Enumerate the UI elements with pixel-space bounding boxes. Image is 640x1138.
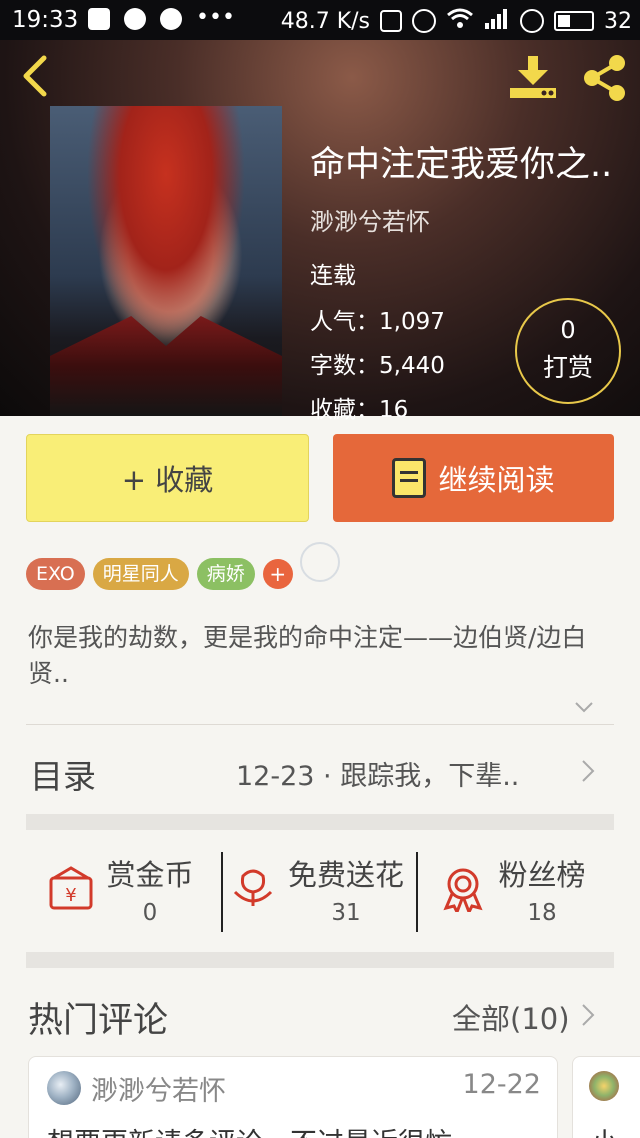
divider <box>26 724 614 725</box>
fan-ranking-metric[interactable]: 粉丝榜 18 <box>492 852 592 926</box>
video-icon <box>88 8 110 30</box>
signal-icon <box>484 7 510 35</box>
metric-divider <box>221 852 223 932</box>
wifi-icon <box>446 7 474 35</box>
comment-text: 想要更新请多评论，不过最近很忙 <box>47 1121 547 1138</box>
download-icon <box>510 56 556 98</box>
section-separator <box>26 814 614 830</box>
continue-reading-button[interactable]: 继续阅读 <box>333 434 614 522</box>
favorites-value: 16 <box>379 397 409 423</box>
tip-label: 打赏 <box>542 353 593 382</box>
avatar[interactable] <box>589 1071 619 1101</box>
battery-icon <box>554 11 594 31</box>
section-separator <box>26 952 614 968</box>
book-author[interactable]: 渺渺兮若怀 <box>310 202 430 237</box>
tip-button[interactable]: 0 打赏 <box>515 298 621 404</box>
metric-label: 赏金币 <box>106 858 194 892</box>
network-speed: 48.7 K/s <box>280 8 370 34</box>
battery-level: 32 <box>604 8 632 34</box>
coin-reward-metric[interactable]: 赏金币 0 <box>100 852 200 926</box>
comment-card[interactable]: 小 <box>572 1056 640 1138</box>
latest-chapter: 12-23 · 跟踪我，下辈.. <box>236 761 520 792</box>
popularity-label: 人气： <box>310 309 379 335</box>
tip-count: 0 <box>560 316 576 344</box>
svg-text:¥: ¥ <box>65 885 76 906</box>
metric-value: 0 <box>142 900 158 926</box>
book-cover-image[interactable] <box>50 106 282 416</box>
loading-spinner <box>300 542 340 582</box>
hd-icon <box>520 9 544 33</box>
tag-item[interactable]: EXO <box>26 558 85 590</box>
share-icon <box>584 55 625 101</box>
tag-item[interactable]: 明星同人 <box>92 558 189 590</box>
flower-icon[interactable] <box>230 866 276 912</box>
comment-card[interactable]: 渺渺兮若怀 12-22 想要更新请多评论，不过最近很忙 <box>28 1056 558 1138</box>
metric-value: 31 <box>331 900 361 926</box>
book-header: 命中注定我爱你之.. 渺渺兮若怀 连载 人气：1,097 字数：5,440 收藏… <box>0 40 640 423</box>
tag-list: EXO 明星同人 病娇 + <box>26 558 293 590</box>
continue-reading-label: 继续阅读 <box>438 463 555 497</box>
metric-divider <box>416 852 418 932</box>
alarm-icon <box>412 9 436 33</box>
more-icon: ••• <box>196 5 235 30</box>
chevron-down-icon <box>575 702 593 713</box>
chat-icon <box>124 8 146 30</box>
collect-button[interactable]: + 收藏 <box>26 434 309 522</box>
metric-value: 18 <box>527 900 557 926</box>
status-right: 48.7 K/s 32 <box>281 7 632 35</box>
comment-username[interactable]: 渺渺兮若怀 <box>91 1069 226 1108</box>
coin-reward-icon[interactable]: ¥ <box>48 866 94 912</box>
back-arrow-icon <box>23 55 47 97</box>
message-icon <box>160 8 182 30</box>
free-flower-metric[interactable]: 免费送花 31 <box>280 852 412 926</box>
word-count-value: 5,440 <box>379 353 445 379</box>
chevron-right-icon <box>580 758 596 784</box>
toc-label: 目录 <box>30 757 96 796</box>
add-tag-button[interactable]: + <box>262 559 293 589</box>
status-time: 19:33 <box>12 7 79 33</box>
vibrate-icon <box>380 10 402 32</box>
book-intro[interactable]: 你是我的劫数，更是我的命中注定——边伯贤/边白贤.. <box>28 620 614 692</box>
word-count-label: 字数： <box>310 353 379 379</box>
all-comments-label: 全部(10) <box>452 1002 570 1036</box>
back-button[interactable] <box>16 54 56 98</box>
comment-date: 12-22 <box>462 1069 541 1100</box>
chevron-right-icon <box>580 1002 596 1028</box>
share-button[interactable] <box>580 54 628 102</box>
favorites-stat: 收藏：16 <box>310 390 408 424</box>
metric-label: 粉丝榜 <box>498 858 586 892</box>
hot-comments-title: 热门评论 <box>28 1001 169 1041</box>
status-bar: 19:33 ••• 48.7 K/s 32 <box>0 0 640 40</box>
metric-label: 免费送花 <box>287 858 404 892</box>
collect-button-label: + 收藏 <box>121 463 214 497</box>
cover-illustration <box>50 316 282 416</box>
comment-text: 小 <box>591 1121 618 1138</box>
notification-icons: ••• <box>88 5 235 30</box>
popularity-value: 1,097 <box>379 309 445 335</box>
book-icon <box>392 458 427 498</box>
expand-intro-button[interactable] <box>574 697 594 717</box>
book-title: 命中注定我爱你之.. <box>310 145 613 185</box>
word-count-stat: 字数：5,440 <box>310 346 445 380</box>
download-button[interactable] <box>508 54 558 100</box>
popularity-stat: 人气：1,097 <box>310 302 445 336</box>
favorites-label: 收藏： <box>310 397 379 423</box>
fan-ranking-icon[interactable] <box>440 866 486 916</box>
tag-item[interactable]: 病娇 <box>196 558 255 590</box>
book-status: 连载 <box>310 263 356 289</box>
avatar[interactable] <box>47 1071 81 1105</box>
